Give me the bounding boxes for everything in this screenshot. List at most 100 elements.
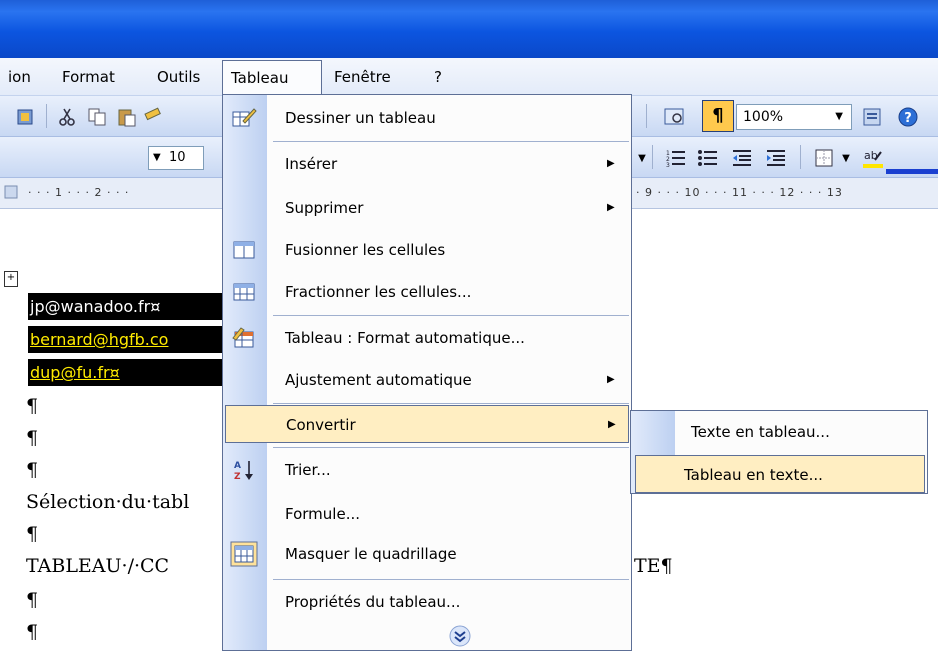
font-size-value: 10 [169, 150, 186, 165]
paragraph-mark: ¶ [26, 621, 39, 643]
pencil-table-icon [227, 103, 261, 133]
help-icon[interactable]: ? [896, 105, 920, 129]
menu-item-label: Tableau en texte... [684, 466, 823, 484]
menu-item-supprimer[interactable]: Supprimer ▶ [223, 189, 631, 227]
menu-item-label: Trier... [285, 461, 331, 479]
read-mode-icon[interactable] [860, 105, 884, 129]
tab-stop-icon[interactable] [4, 185, 18, 199]
paste-icon[interactable] [116, 106, 138, 128]
chevron-down-icon[interactable]: ▼ [840, 147, 852, 169]
table-cell[interactable]: jp@wanadoo.fr¤ [28, 293, 228, 320]
paragraph-mark: ¶ [26, 395, 39, 417]
menu-item-texte-en-tableau[interactable]: Texte en tableau... [631, 413, 927, 451]
menu-format[interactable]: Format [62, 66, 115, 88]
menu-edition[interactable]: ion [8, 66, 31, 88]
merge-cells-icon [227, 235, 261, 265]
toolbar-separator [46, 104, 47, 128]
ruler-right-ticks: · 9 · · · 10 · · · 11 · · · 12 · · · 13 [636, 186, 843, 199]
menu-item-fusionner[interactable]: Fusionner les cellules [223, 231, 631, 269]
highlight-icon[interactable]: ab [860, 145, 886, 171]
submenu-arrow-icon: ▶ [608, 419, 616, 430]
menu-separator [273, 579, 629, 580]
menu-item-label: Insérer [285, 155, 338, 173]
cut-icon[interactable] [56, 106, 78, 128]
menu-item-masquer-quadrillage[interactable]: Masquer le quadrillage [223, 535, 631, 573]
menu-item-label: Convertir [286, 416, 356, 434]
table-cell[interactable]: dup@fu.fr¤ [28, 359, 228, 386]
document-line: TABLEAU·/·CC [26, 555, 170, 577]
submenu-arrow-icon: ▶ [607, 158, 615, 169]
zoom-select[interactable]: 100% ▼ [736, 104, 852, 130]
copy-icon[interactable] [86, 106, 108, 128]
document-line-tail: TE¶ [634, 555, 673, 577]
document-line: Sélection·du·tabl [26, 491, 190, 513]
borders-icon[interactable] [812, 146, 836, 170]
submenu-arrow-icon: ▶ [607, 374, 615, 385]
ruler-left-ticks: · · · 1 · · · 2 · · · [28, 186, 130, 199]
font-color-bar [886, 169, 938, 174]
chevron-double-down-icon[interactable] [449, 625, 471, 647]
table-move-handle-icon[interactable]: + [4, 271, 18, 287]
chevron-down-icon[interactable]: ▼ [636, 147, 648, 169]
menu-separator [273, 403, 629, 404]
menu-item-label: Texte en tableau... [691, 423, 830, 441]
toolbar-separator [646, 104, 647, 128]
format-painter-icon[interactable] [142, 106, 164, 128]
convertir-submenu: Texte en tableau... Tableau en texte... [630, 410, 928, 494]
chevron-down-icon: ▼ [153, 152, 161, 163]
paragraph-mark: ¶ [26, 523, 39, 545]
chevron-down-icon: ▼ [835, 111, 843, 122]
menu-item-label: Fusionner les cellules [285, 241, 446, 259]
menu-bar: ion Format Outils Tableau Fenêtre ? [0, 58, 938, 96]
show-hide-paragraph-button[interactable]: ¶ [702, 100, 734, 132]
increase-indent-icon[interactable] [764, 146, 788, 170]
svg-text:A: A [234, 461, 241, 471]
menu-item-trier[interactable]: AZ Trier... [223, 451, 631, 489]
menu-tableau[interactable]: Tableau [222, 60, 322, 94]
split-cells-icon [227, 277, 261, 307]
svg-text:3: 3 [666, 162, 670, 168]
menu-fenetre[interactable]: Fenêtre [334, 66, 391, 88]
document-map-icon[interactable] [662, 105, 686, 129]
menu-item-label: Propriétés du tableau... [285, 593, 461, 611]
menu-outils[interactable]: Outils [157, 66, 200, 88]
menu-item-inserer[interactable]: Insérer ▶ [223, 145, 631, 183]
zoom-value: 100% [743, 109, 784, 125]
menu-item-label: Supprimer [285, 199, 364, 217]
menu-item-formule[interactable]: Formule... [223, 495, 631, 533]
menu-item-label: Tableau : Format automatique... [285, 329, 525, 347]
toolbar-separator [652, 145, 653, 169]
svg-text:Z: Z [234, 472, 241, 482]
menu-item-label: Fractionner les cellules... [285, 283, 472, 301]
menu-item-fractionner[interactable]: Fractionner les cellules... [223, 273, 631, 311]
menu-item-format-automatique[interactable]: Tableau : Format automatique... [223, 319, 631, 357]
research-icon[interactable] [14, 106, 36, 128]
toolbar-separator [800, 145, 801, 169]
menu-item-label: Dessiner un tableau [285, 109, 436, 127]
menu-item-dessiner-tableau[interactable]: Dessiner un tableau [223, 99, 631, 137]
paragraph-mark: ¶ [26, 589, 39, 611]
menu-separator [273, 447, 629, 448]
tableau-dropdown-menu: Dessiner un tableau Insérer ▶ Supprimer … [222, 94, 632, 651]
menu-item-label: Masquer le quadrillage [285, 545, 457, 563]
menu-help[interactable]: ? [434, 66, 442, 88]
window-title-bar [0, 0, 938, 58]
menu-item-tableau-en-texte[interactable]: Tableau en texte... [635, 455, 925, 493]
menu-item-convertir[interactable]: Convertir ▶ [225, 405, 629, 443]
paragraph-mark: ¶ [26, 459, 39, 481]
table-cell[interactable]: bernard@hgfb.co [28, 326, 228, 353]
menu-item-label: Formule... [285, 505, 360, 523]
paragraph-mark: ¶ [26, 427, 39, 449]
menu-item-ajustement-automatique[interactable]: Ajustement automatique ▶ [223, 361, 631, 399]
decrease-indent-icon[interactable] [730, 146, 754, 170]
menu-separator [273, 141, 629, 142]
gridlines-icon [227, 539, 261, 569]
sort-az-icon: AZ [227, 455, 261, 485]
font-size-select[interactable]: ▼ 10 [148, 146, 204, 170]
menu-item-proprietes[interactable]: Propriétés du tableau... [223, 583, 631, 621]
numbered-list-icon[interactable]: 123 [664, 146, 688, 170]
menu-item-label: Ajustement automatique [285, 371, 472, 389]
menu-separator [273, 315, 629, 316]
bullet-list-icon[interactable] [696, 146, 720, 170]
autoformat-icon [227, 323, 261, 353]
